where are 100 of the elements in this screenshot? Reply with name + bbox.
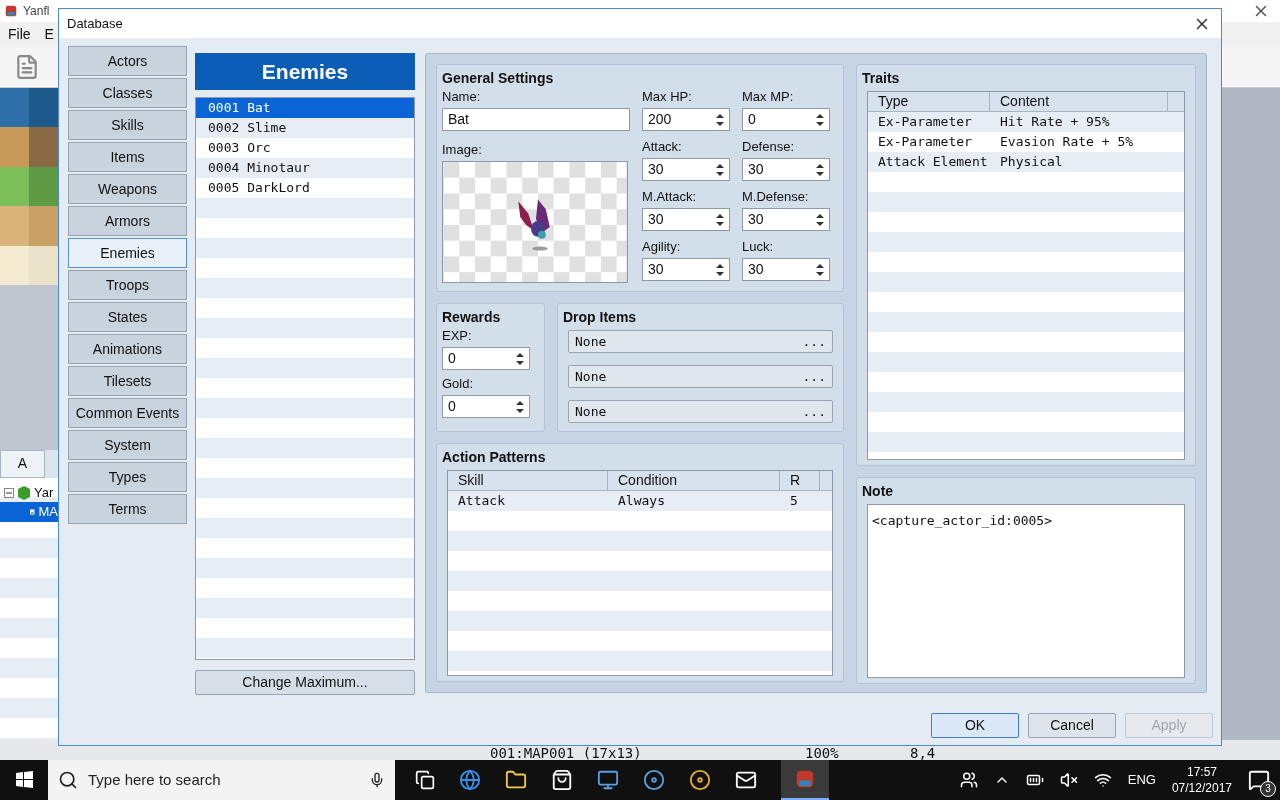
category-tab[interactable]: Common Events xyxy=(68,398,187,428)
dialog-button[interactable]: Cancel xyxy=(1028,713,1116,738)
browser-icon[interactable] xyxy=(689,769,711,791)
wifi-icon[interactable] xyxy=(1093,771,1112,789)
table-cell-text: Attack xyxy=(457,492,506,510)
field-label: M.Defense: xyxy=(742,189,810,205)
list-item[interactable]: 0001 Bat xyxy=(196,98,414,118)
list-item[interactable]: 0003 Orc xyxy=(196,138,414,158)
field-label: Max MP: xyxy=(742,89,795,105)
group-title: General Settings xyxy=(442,70,555,86)
category-tab[interactable]: Items xyxy=(68,142,187,172)
menu-item[interactable]: File xyxy=(8,23,31,45)
spinner-arrows-icon[interactable] xyxy=(816,262,824,277)
category-tab[interactable]: States xyxy=(68,302,187,332)
new-file-icon[interactable] xyxy=(14,53,40,80)
list-item[interactable]: 0005 DarkLord xyxy=(196,178,414,198)
category-tab[interactable]: Animations xyxy=(68,334,187,364)
notification-badge: 3 xyxy=(1260,781,1276,797)
tile-palette[interactable] xyxy=(0,88,58,285)
category-tab[interactable]: Types xyxy=(68,462,187,492)
category-tab[interactable]: Classes xyxy=(68,78,187,108)
taskbar-search-field[interactable]: Type here to search xyxy=(48,760,395,800)
field-label: Attack: xyxy=(642,139,683,155)
number-field[interactable]: 0 xyxy=(442,395,530,418)
number-field[interactable]: 0 xyxy=(742,108,830,131)
field-label: Agility: xyxy=(642,239,682,255)
spinner-arrows-icon[interactable] xyxy=(816,112,824,127)
list-item[interactable]: 0002 Slime xyxy=(196,118,414,138)
spinner-arrows-icon[interactable] xyxy=(516,399,524,414)
category-tab[interactable]: Actors xyxy=(68,46,187,76)
spinner-arrows-icon[interactable] xyxy=(716,112,724,127)
tile-tab[interactable]: A xyxy=(0,450,45,478)
column-header[interactable]: Content xyxy=(990,92,1168,111)
field-label: Defense: xyxy=(742,139,796,155)
field-label: M.Attack: xyxy=(642,189,698,205)
category-tab[interactable]: Enemies xyxy=(68,238,187,268)
mail-icon[interactable] xyxy=(735,769,757,791)
tree-item[interactable]: MA xyxy=(0,502,58,522)
spinner-arrows-icon[interactable] xyxy=(516,351,524,366)
number-field[interactable]: 30 xyxy=(642,208,730,231)
number-field[interactable]: 0 xyxy=(442,347,530,370)
note-field[interactable]: <capture_actor_id:0005> xyxy=(867,504,1185,678)
field-label: Luck: xyxy=(742,239,775,255)
number-field[interactable]: 30 xyxy=(742,158,830,181)
group-title: Drop Items xyxy=(563,309,638,325)
category-tab[interactable]: Armors xyxy=(68,206,187,236)
microphone-icon[interactable] xyxy=(369,772,385,788)
drop-item-button[interactable]: None ... xyxy=(568,365,833,388)
mute-icon[interactable] xyxy=(1059,771,1078,789)
disc-icon[interactable] xyxy=(643,769,665,791)
category-tab[interactable]: Tilesets xyxy=(68,366,187,396)
category-tab[interactable]: Terms xyxy=(68,494,187,524)
menu-item[interactable]: E xyxy=(44,23,54,45)
notification-icon[interactable] xyxy=(1248,769,1270,791)
spinner-arrows-icon[interactable] xyxy=(816,212,824,227)
dialog-button[interactable]: OK xyxy=(931,713,1019,738)
field-label: Max HP: xyxy=(642,89,693,105)
status-map: 001:MAP001 (17x13) xyxy=(490,744,643,760)
list-header: Enemies xyxy=(195,53,415,90)
monitor-icon[interactable] xyxy=(597,769,619,791)
drop-item-button[interactable]: None ... xyxy=(568,400,833,423)
language-indicator[interactable]: ENG xyxy=(1127,770,1156,790)
table-cell-text: Ex-Parameter xyxy=(877,113,973,131)
table-cell-text: Always xyxy=(617,492,666,510)
column-header[interactable]: Type xyxy=(868,92,990,111)
task-view-icon[interactable] xyxy=(415,770,435,790)
spinner-arrows-icon[interactable] xyxy=(716,212,724,227)
spinner-arrows-icon[interactable] xyxy=(816,162,824,177)
clock[interactable]: 17:57 07/12/2017 xyxy=(1171,764,1232,796)
category-tab[interactable]: Troops xyxy=(68,270,187,300)
group-title: Action Patterns xyxy=(442,449,547,465)
globe-icon[interactable] xyxy=(459,769,481,791)
drop-item-button[interactable]: None ... xyxy=(568,330,833,353)
column-header[interactable]: R xyxy=(780,471,820,490)
app-taskbar-button[interactable] xyxy=(781,760,829,800)
number-field[interactable]: 30 xyxy=(642,258,730,281)
group-title: Note xyxy=(862,483,895,499)
column-header[interactable]: Condition xyxy=(608,471,780,490)
category-tab[interactable]: System xyxy=(68,430,187,460)
bat-drawing xyxy=(518,199,550,251)
spinner-arrows-icon[interactable] xyxy=(716,162,724,177)
column-header[interactable]: Skill xyxy=(448,471,608,490)
collapse-icon[interactable] xyxy=(4,488,14,498)
list-item[interactable]: 0004 Minotaur xyxy=(196,158,414,178)
number-field[interactable]: 30 xyxy=(742,208,830,231)
number-field[interactable]: 200 xyxy=(642,108,730,131)
spinner-arrows-icon[interactable] xyxy=(716,262,724,277)
number-field[interactable]: 30 xyxy=(742,258,830,281)
change-maximum-button[interactable]: Change Maximum... xyxy=(195,670,415,695)
number-field[interactable]: 30 xyxy=(642,158,730,181)
enemy-list[interactable]: 0001 Bat 0002 Slime 0003 Orc 0004 Minotaur 0005 DarkLord xyxy=(195,97,415,660)
table-cell-text: Attack Element xyxy=(877,153,989,171)
category-tab[interactable]: Weapons xyxy=(68,174,187,204)
people-icon[interactable] xyxy=(959,771,978,789)
tree-item[interactable]: Yar xyxy=(34,483,54,503)
category-tab[interactable]: Skills xyxy=(68,110,187,140)
folder-icon[interactable] xyxy=(505,769,527,791)
shopping-bag-icon[interactable] xyxy=(551,769,573,791)
name-field[interactable]: Bat xyxy=(442,108,630,131)
dialog-title: Database xyxy=(67,14,124,33)
